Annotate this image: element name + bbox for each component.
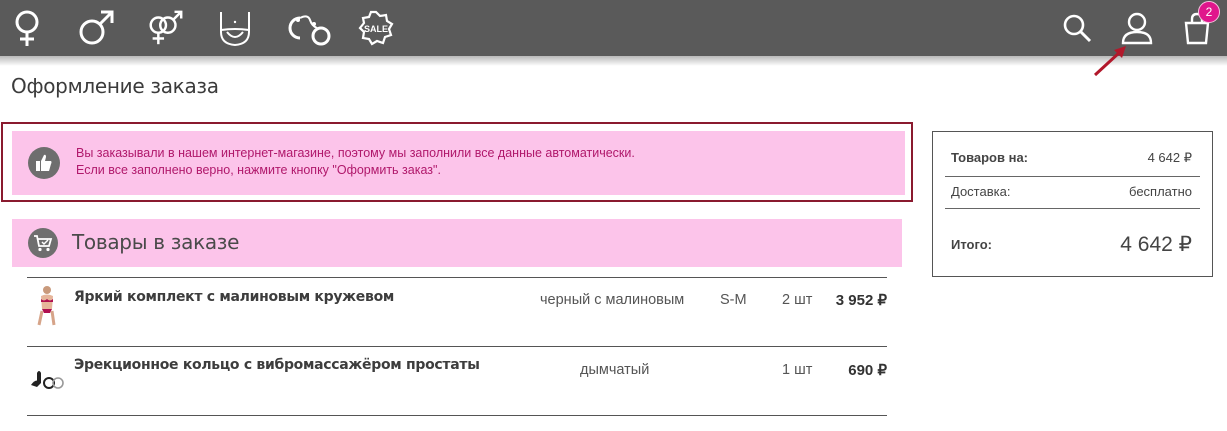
- notice-line-2: Если все заполнено верно, нажмите кнопку…: [76, 163, 441, 177]
- summary-divider: [945, 176, 1200, 177]
- male-icon[interactable]: [76, 8, 116, 48]
- annotation-arrow: [1093, 46, 1126, 77]
- item-price: 3 952 ₽: [835, 292, 887, 309]
- page-title: Оформление заказа: [11, 74, 219, 98]
- total-label: Итого:: [951, 237, 992, 252]
- delivery-label: Доставка:: [951, 184, 1011, 199]
- handcuffs-icon[interactable]: [283, 8, 333, 48]
- divider: [27, 277, 887, 278]
- cart-count-badge: 2: [1198, 1, 1220, 23]
- divider: [27, 415, 887, 416]
- item-color: черный с малиновым: [540, 292, 685, 308]
- delivery-value: бесплатно: [1129, 184, 1192, 199]
- goods-value: 4 642 ₽: [1147, 150, 1192, 165]
- cart-check-icon: [28, 228, 58, 258]
- item-size: S-M: [720, 292, 747, 308]
- product-thumbnail[interactable]: [27, 353, 67, 397]
- sale-label: SALE: [364, 24, 388, 34]
- item-quantity: 1 шт: [782, 362, 813, 378]
- item-color: дымчатый: [580, 362, 650, 378]
- order-items-header: Товары в заказе: [12, 219, 902, 267]
- divider: [27, 346, 887, 347]
- auto-fill-notice: Вы заказывали в нашем интернет-магазине,…: [1, 122, 913, 202]
- total-value: 4 642 ₽: [1120, 233, 1192, 256]
- top-navigation-bar: SALE 2: [0, 0, 1227, 66]
- item-name[interactable]: Эрекционное кольцо с вибромассажёром про…: [74, 357, 480, 373]
- item-name[interactable]: Яркий комплект с малиновым кружевом: [74, 289, 394, 305]
- couple-icon[interactable]: [145, 8, 185, 48]
- lingerie-icon[interactable]: [215, 8, 255, 48]
- user-account-icon[interactable]: [1117, 8, 1157, 48]
- search-icon[interactable]: [1057, 8, 1097, 48]
- summary-divider: [945, 208, 1200, 209]
- sale-icon[interactable]: SALE: [356, 8, 396, 48]
- thumbs-up-icon: [28, 147, 60, 179]
- female-icon[interactable]: [7, 8, 47, 48]
- order-summary: Товаров на: 4 642 ₽ Доставка: бесплатно …: [932, 131, 1213, 277]
- item-price: 690 ₽: [848, 362, 887, 379]
- notice-text: Вы заказывали в нашем интернет-магазине,…: [76, 145, 635, 179]
- section-title: Товары в заказе: [72, 230, 240, 254]
- notice-line-1: Вы заказывали в нашем интернет-магазине,…: [76, 146, 635, 160]
- product-thumbnail[interactable]: [27, 283, 67, 327]
- notice-panel: Вы заказывали в нашем интернет-магазине,…: [12, 131, 905, 195]
- item-quantity: 2 шт: [782, 292, 813, 308]
- goods-label: Товаров на:: [951, 150, 1029, 165]
